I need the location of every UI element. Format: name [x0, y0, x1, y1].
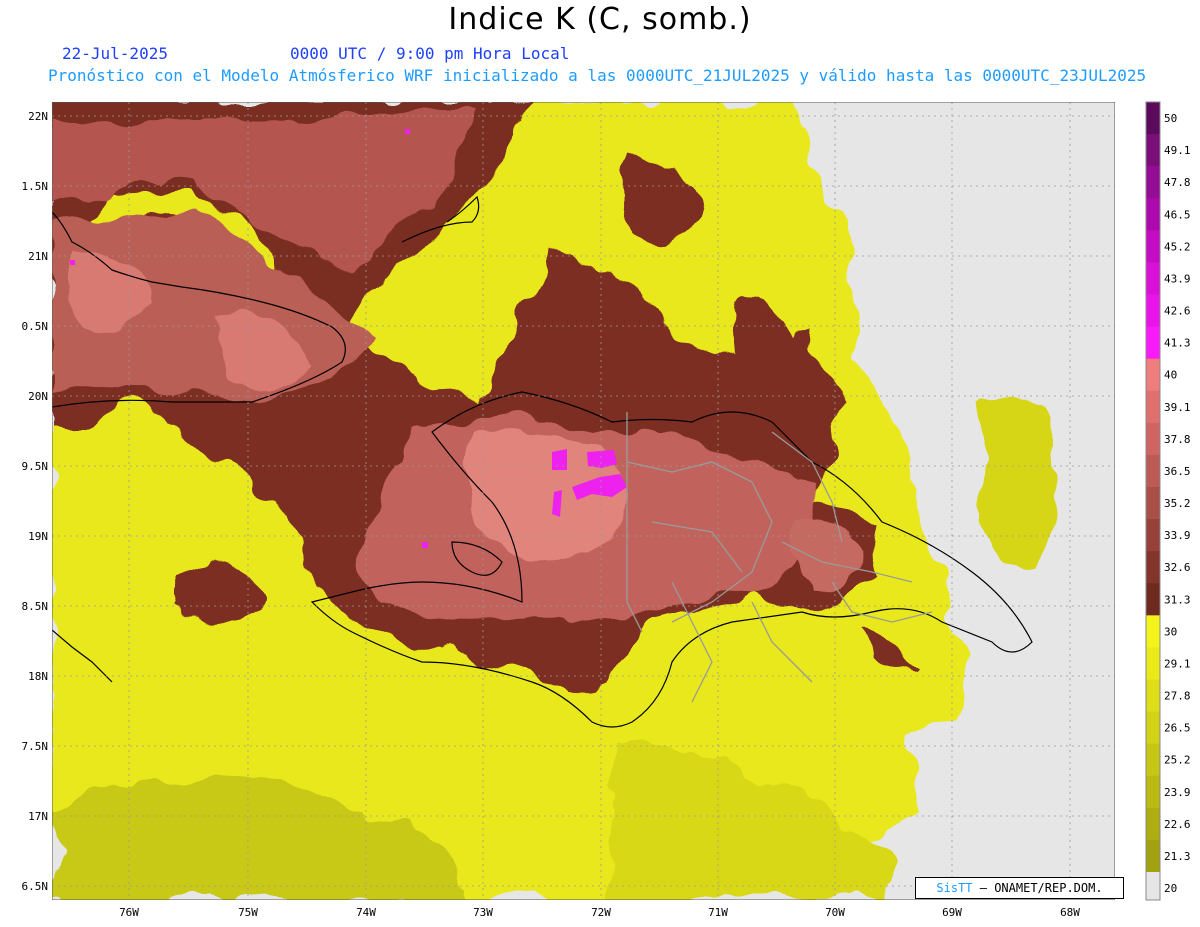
lat-axis: 22N 1.5N 21N 0.5N 20N 9.5N 19N 8.5N 18N … — [22, 110, 49, 893]
lon-label: 76W — [119, 906, 139, 919]
lon-label: 69W — [942, 906, 962, 919]
lat-label: 9.5N — [22, 460, 49, 473]
lon-label: 73W — [473, 906, 493, 919]
colorbar-swatch — [1146, 743, 1160, 777]
lon-label: 70W — [825, 906, 845, 919]
colorbar-label: 47.8 — [1164, 176, 1191, 189]
colorbar-swatch — [1146, 198, 1160, 231]
lat-label: 19N — [28, 530, 48, 543]
colorbar-label: 46.5 — [1164, 208, 1191, 221]
sistt-logo: SisTT — [936, 881, 973, 895]
colorbar-swatch — [1146, 166, 1160, 199]
colorbar-swatch — [1146, 615, 1160, 648]
colorbar-label: 42.6 — [1164, 305, 1191, 318]
colorbar-label: 27.8 — [1164, 690, 1191, 703]
colorbar-swatch — [1146, 262, 1160, 295]
colorbar-swatch — [1146, 583, 1160, 616]
colorbar-label: 30 — [1164, 625, 1177, 638]
lon-label: 72W — [591, 906, 611, 919]
colorbar-label: 36.5 — [1164, 465, 1191, 478]
map-title: Indice K (C, somb.) — [448, 2, 752, 37]
colorbar-swatch — [1146, 519, 1160, 552]
colorbar-swatch — [1146, 551, 1160, 584]
valid-date: 22-Jul-2025 — [62, 44, 168, 63]
colorbar-swatch — [1146, 326, 1160, 360]
colorbar-label: 32.6 — [1164, 561, 1191, 574]
lat-label: 22N — [28, 110, 48, 123]
credit-box: SisTT – ONAMET/REP.DOM. — [915, 877, 1124, 899]
colorbar-swatch — [1146, 647, 1160, 680]
colorbar-label: 39.1 — [1164, 401, 1191, 414]
colorbar-label: 22.6 — [1164, 818, 1191, 831]
colorbar-swatch — [1146, 775, 1160, 809]
colorbar-label: 25.2 — [1164, 754, 1191, 767]
lat-label: 21N — [28, 250, 48, 263]
colorbar-label: 21.3 — [1164, 850, 1191, 863]
colorbar-swatch — [1146, 454, 1160, 488]
colorbar-label: 41.3 — [1164, 337, 1191, 350]
colorbar-swatch — [1146, 422, 1160, 456]
colorbar-label: 49.1 — [1164, 144, 1191, 157]
colorbar-swatch — [1146, 230, 1160, 263]
colorbar-swatch — [1146, 679, 1160, 713]
colorbar-label: 33.9 — [1164, 529, 1191, 542]
lat-label: 17N — [28, 810, 48, 823]
colorbar-swatch — [1146, 711, 1160, 745]
lon-label: 75W — [238, 906, 258, 919]
lat-label: 0.5N — [22, 320, 49, 333]
lat-label: 7.5N — [22, 740, 49, 753]
credit-text: – ONAMET/REP.DOM. — [972, 881, 1103, 895]
colorbar-label: 35.2 — [1164, 497, 1191, 510]
lat-label: 8.5N — [22, 600, 49, 613]
colorbar-label: 50 — [1164, 112, 1177, 125]
colorbar-swatch-below — [1146, 872, 1160, 900]
colorbar-label: 43.9 — [1164, 272, 1191, 285]
lon-label: 68W — [1060, 906, 1080, 919]
colorbar-label: 20 — [1164, 882, 1177, 895]
colorbar: 50 49.1 47.8 46.5 45.2 43.9 42.6 41.3 40 39.1 37.8… — [1145, 101, 1191, 901]
k-index-map — [52, 102, 1115, 900]
colorbar-label: 45.2 — [1164, 240, 1191, 253]
colorbar-label: 26.5 — [1164, 722, 1191, 735]
lon-label: 71W — [708, 906, 728, 919]
lat-label: 18N — [28, 670, 48, 683]
colorbar-swatch — [1146, 839, 1160, 873]
colorbar-label: 23.9 — [1164, 786, 1191, 799]
lat-label: 20N — [28, 390, 48, 403]
colorbar-swatch — [1146, 390, 1160, 424]
lon-axis: 76W 75W 74W 73W 72W 71W 70W 69W 68W — [119, 906, 1080, 919]
valid-time: 0000 UTC / 9:00 pm Hora Local — [290, 44, 570, 63]
forecast-description: Pronóstico con el Modelo Atmósferico WRF… — [48, 66, 1147, 85]
colorbar-swatch — [1146, 294, 1160, 328]
colorbar-swatch — [1146, 134, 1160, 167]
colorbar-label: 29.1 — [1164, 657, 1191, 670]
colorbar-label: 37.8 — [1164, 433, 1191, 446]
lat-label: 1.5N — [22, 180, 49, 193]
colorbar-swatch — [1146, 102, 1160, 135]
colorbar-label: 31.3 — [1164, 593, 1191, 606]
lat-label: 6.5N — [22, 880, 49, 893]
colorbar-swatch — [1146, 487, 1160, 520]
lon-label: 74W — [356, 906, 376, 919]
colorbar-label: 40 — [1164, 369, 1177, 382]
colorbar-swatch — [1146, 358, 1160, 392]
colorbar-swatch — [1146, 807, 1160, 841]
